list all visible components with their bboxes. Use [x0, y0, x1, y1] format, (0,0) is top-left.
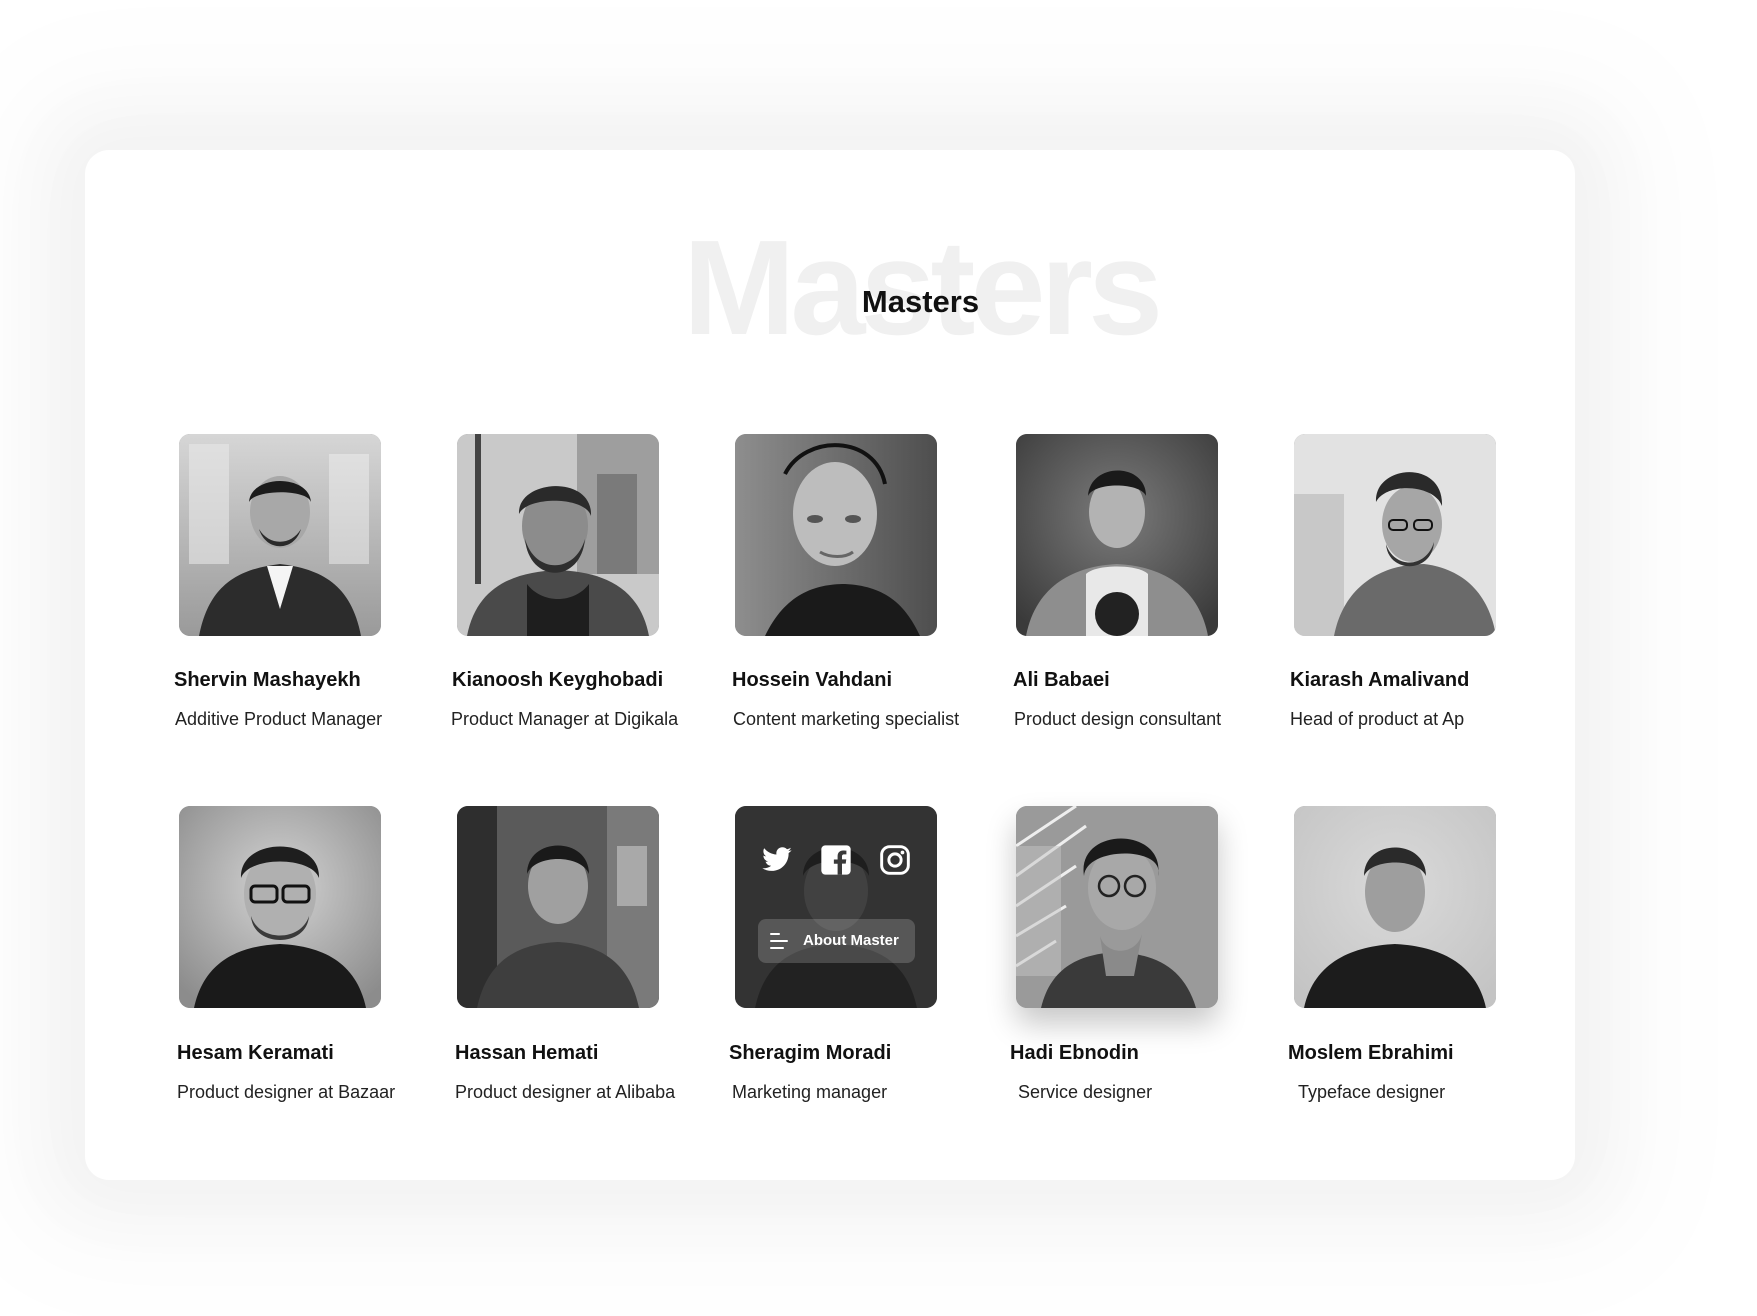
master-role: Product Manager at Digikala [451, 709, 679, 729]
master-name[interactable]: Hossein Vahdani [732, 669, 892, 692]
about-master-label: About Master [803, 932, 899, 949]
master-photo[interactable] [1016, 806, 1218, 1008]
masters-grid: Shervin Mashayekh Additive Product Manag… [85, 150, 1575, 1180]
master-name[interactable]: Ali Babaei [1013, 669, 1110, 692]
master-photo[interactable] [457, 434, 659, 636]
master-photo[interactable] [457, 806, 659, 1008]
person-photo [1294, 434, 1496, 636]
master-name[interactable]: Moslem Ebrahimi [1288, 1042, 1454, 1065]
master-photo[interactable] [179, 806, 381, 1008]
master-photo[interactable] [1016, 434, 1218, 636]
person-photo [457, 806, 659, 1008]
person-photo [1016, 806, 1218, 1008]
person-photo [1016, 434, 1218, 636]
person-photo [457, 434, 659, 636]
master-name[interactable]: Kianoosh Keyghobadi [452, 669, 663, 692]
master-name[interactable]: Sheragim Moradi [729, 1042, 891, 1065]
master-photo[interactable] [735, 434, 937, 636]
menu-lines-icon [770, 933, 788, 949]
hover-overlay: About Master [735, 806, 937, 1008]
person-photo [179, 434, 381, 636]
master-photo[interactable] [179, 434, 381, 636]
master-photo[interactable] [1294, 806, 1496, 1008]
page: Masters Masters Shervin Mashayekh Additi… [0, 0, 1757, 1316]
master-role: Marketing manager [732, 1082, 888, 1102]
master-name[interactable]: Shervin Mashayekh [174, 669, 361, 692]
about-master-button[interactable]: About Master [758, 919, 915, 963]
master-role: Head of product at Ap [1290, 709, 1465, 729]
master-name[interactable]: Hassan Hemati [455, 1042, 598, 1065]
master-role: Product designer at Alibaba [455, 1082, 676, 1102]
master-role: Typeface designer [1298, 1082, 1446, 1102]
master-role: Additive Product Manager [175, 709, 383, 729]
person-photo [179, 806, 381, 1008]
master-photo[interactable]: About Master [735, 806, 937, 1008]
person-photo [1294, 806, 1496, 1008]
instagram-icon[interactable] [879, 844, 911, 876]
facebook-icon[interactable] [820, 844, 852, 876]
master-role: Product designer at Bazaar [177, 1082, 396, 1102]
social-links [761, 844, 911, 876]
master-name[interactable]: Hesam Keramati [177, 1042, 334, 1065]
master-photo[interactable] [1294, 434, 1496, 636]
master-name[interactable]: Hadi Ebnodin [1010, 1042, 1139, 1065]
master-name[interactable]: Kiarash Amalivand [1290, 669, 1469, 692]
twitter-icon[interactable] [761, 844, 793, 876]
master-role: Service designer [1018, 1082, 1153, 1102]
person-photo [735, 434, 937, 636]
masters-card: Masters Masters Shervin Mashayekh Additi… [85, 150, 1575, 1180]
master-role: Content marketing specialist [733, 709, 960, 729]
master-role: Product design consultant [1014, 709, 1222, 729]
